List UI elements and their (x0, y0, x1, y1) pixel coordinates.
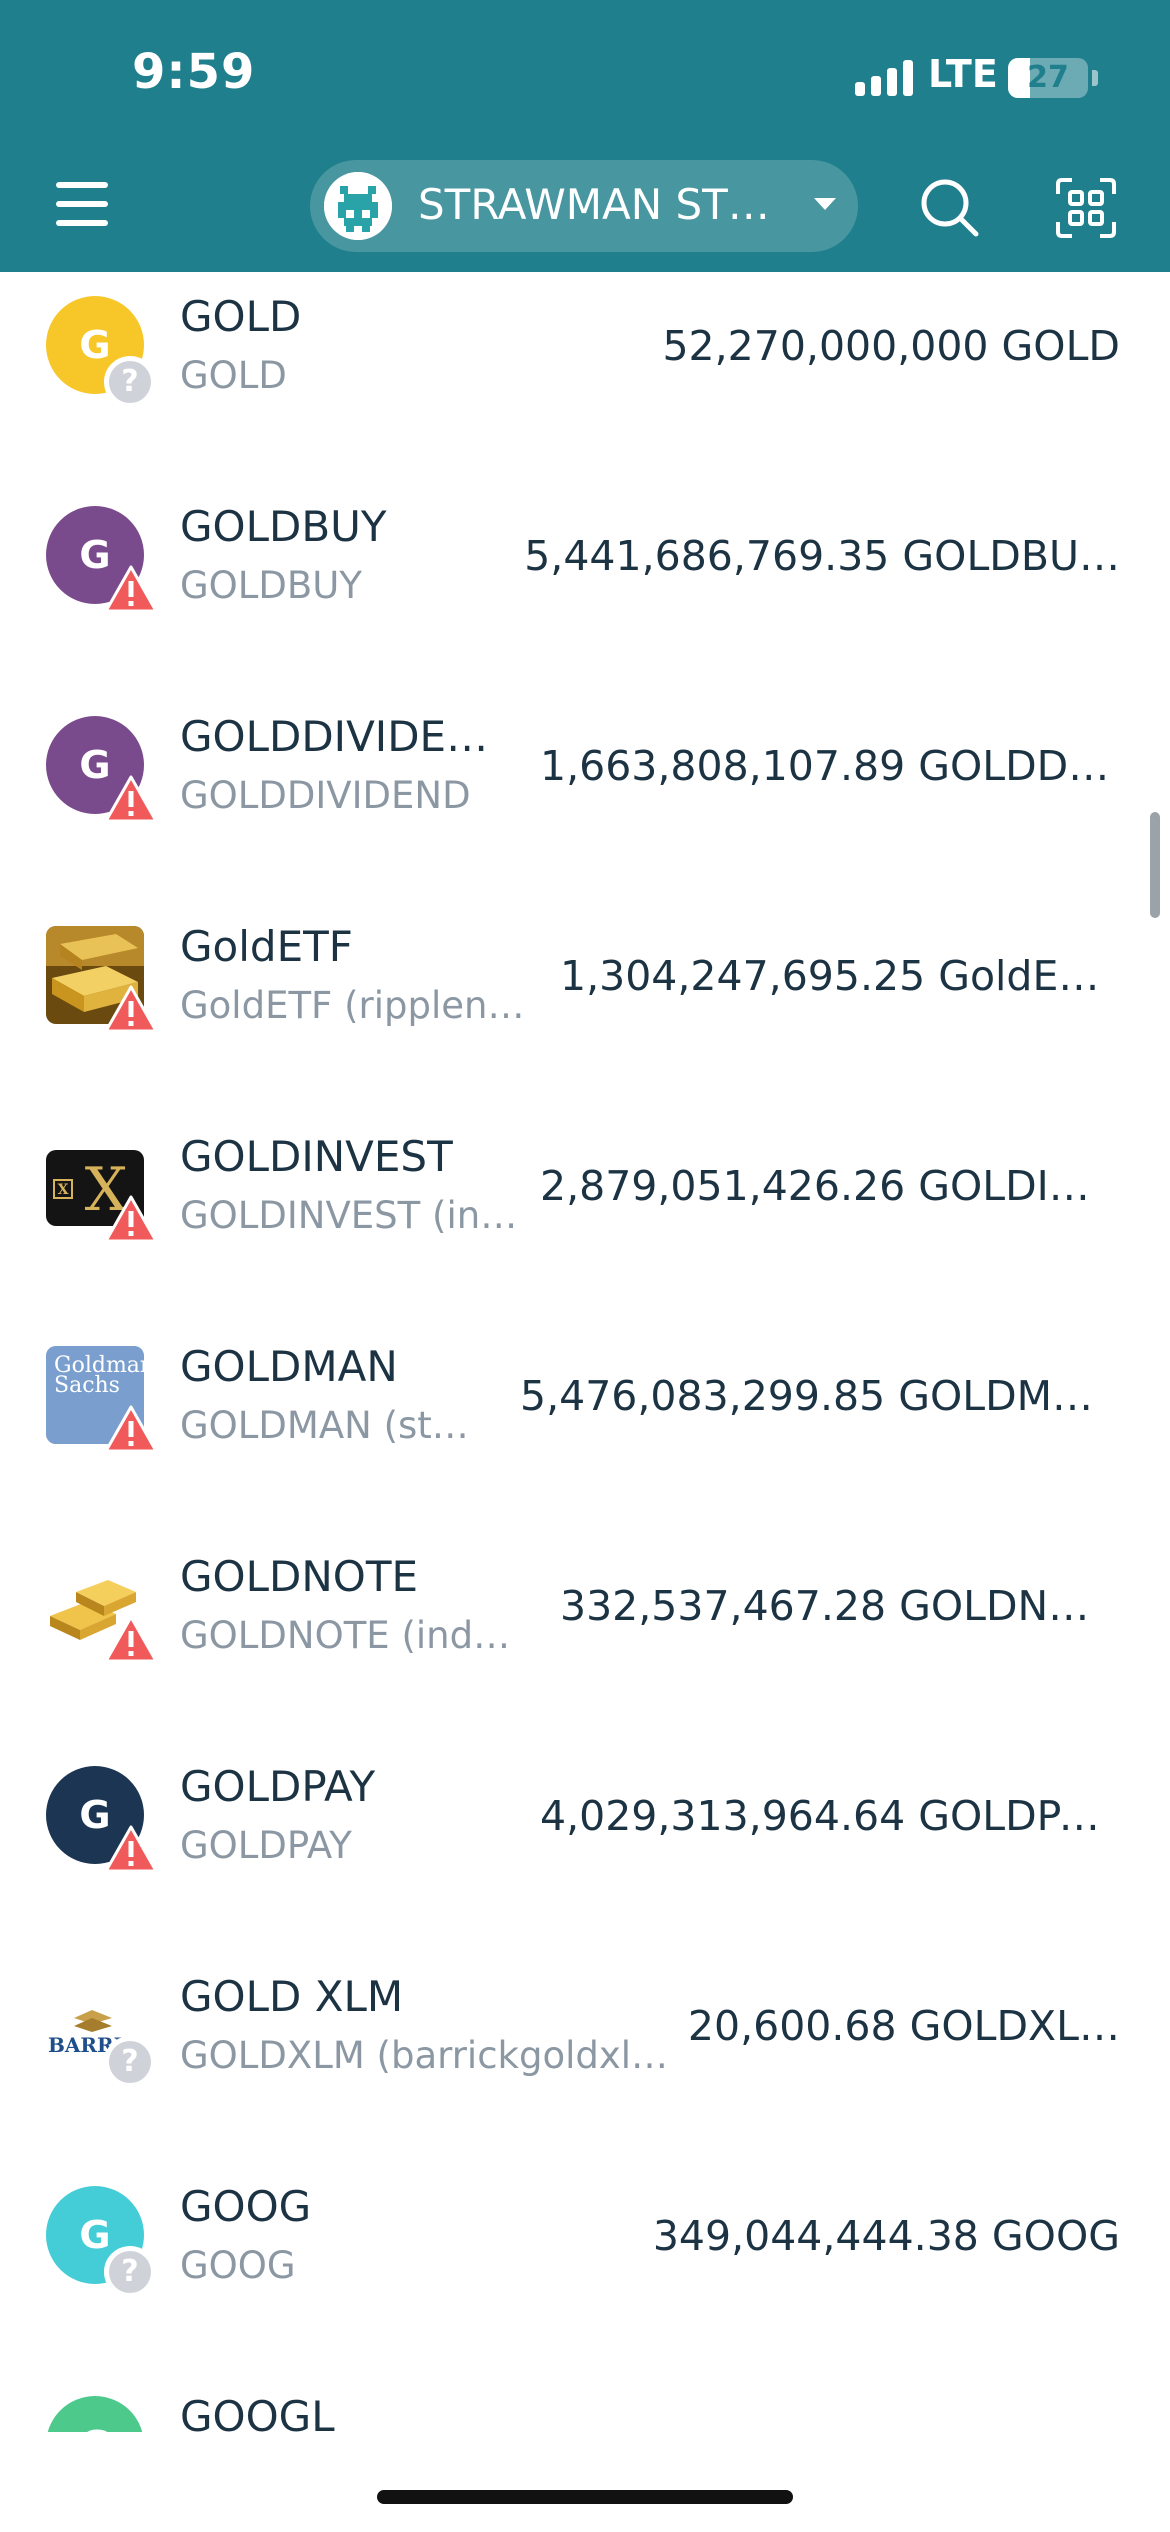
token-icon-wrap: X X (46, 1136, 158, 1248)
token-row-gold-xlm[interactable]: BARRI ? GOLD XLM GOLDXLM (barrickgoldxl…… (0, 1952, 1170, 2162)
token-balance: 349,044,444.38 GOOG (652, 2212, 1120, 2260)
token-icon-wrap: G ? (46, 2186, 158, 2298)
home-indicator[interactable] (377, 2490, 793, 2504)
token-icon-wrap: Goldman Sachs (46, 1346, 158, 1458)
account-selector[interactable]: STRAWMAN ST… (310, 160, 858, 252)
token-name: GoldETF (ripplene… (180, 984, 540, 1027)
token-code: GOLDDIVIDE… (180, 712, 489, 761)
account-name: STRAWMAN ST… (418, 180, 770, 229)
token-row-goldman[interactable]: Goldman Sachs GOLDMAN GOLDMAN (st… 5,476… (0, 1322, 1170, 1532)
token-row-golddividend[interactable]: G GOLDDIVIDE… GOLDDIVIDEND 1,663,808,107… (0, 692, 1170, 902)
token-balance: 2,879,051,426.26 GOLDIN… (540, 1162, 1120, 1210)
token-code: GOLDBUY (180, 502, 387, 551)
token-balance: 1,663,808,107.89 GOLDDI… (540, 742, 1120, 790)
token-row-gold[interactable]: G ? GOLD GOLD 52,270,000,000 GOLD (0, 272, 1170, 482)
scrollbar[interactable] (1150, 812, 1160, 918)
token-name: GOLD (180, 354, 287, 397)
battery-level: 27 (1027, 60, 1069, 95)
token-name: GOLDMAN (st… (180, 1404, 469, 1447)
token-balance: 332,537,467.28 GOLDNO… (560, 1582, 1120, 1630)
token-row-goldnote[interactable]: GOLDNOTE GOLDNOTE (ind… 332,537,467.28 G… (0, 1532, 1170, 1742)
token-name: GOLDNOTE (ind… (180, 1614, 511, 1657)
qr-scan-icon[interactable] (1054, 176, 1118, 240)
token-row-goog[interactable]: G ? GOOG GOOG 349,044,444.38 GOOG (0, 2162, 1170, 2372)
token-row-goldinvest[interactable]: X X GOLDINVEST GOLDINVEST (in… 2,879,051… (0, 1112, 1170, 1322)
token-name: GOOG (180, 2244, 296, 2287)
battery-tip (1092, 70, 1098, 86)
token-icon-wrap: BARRI ? (46, 1976, 158, 2088)
warning-badge-icon (104, 1195, 158, 1243)
pixel-avatar-icon (324, 172, 392, 240)
token-code: GOLDNOTE (180, 1552, 419, 1601)
caret-down-icon (814, 198, 836, 210)
warning-badge-icon (104, 1825, 158, 1873)
token-balance: 4,029,313,964.64 GOLDPA… (540, 1792, 1120, 1840)
token-balance: 1,304,247,695.25 GoldET… (560, 952, 1120, 1000)
token-code: GOOG (180, 2182, 312, 2231)
token-code: GOOGL (180, 2392, 335, 2432)
svg-text:X: X (58, 1182, 69, 1198)
screen: 9:59 LTE 27 STRAWMAN ST… G ? GOLD GOLD 5… (0, 0, 1170, 2532)
token-balance: 5,441,686,769.35 GOLDBU… (524, 532, 1120, 580)
token-icon-wrap: G (46, 506, 158, 618)
token-list: G ? GOLD GOLD 52,270,000,000 GOLD G GOLD… (0, 272, 1170, 2432)
search-icon[interactable] (918, 176, 982, 240)
question-badge-icon: ? (104, 2246, 156, 2298)
token-letter-icon: G (46, 2396, 144, 2432)
token-code: GOLDPAY (180, 1762, 376, 1811)
token-balance: 5,476,083,299.85 GOLDMA… (520, 1372, 1120, 1420)
token-row-goldpay[interactable]: G GOLDPAY GOLDPAY 4,029,313,964.64 GOLDP… (0, 1742, 1170, 1952)
token-row-googl[interactable]: G GOOGL (0, 2372, 1170, 2432)
token-code: GOLD (180, 292, 302, 341)
status-time: 9:59 (132, 44, 256, 100)
token-icon-wrap: G ? (46, 296, 158, 408)
token-name: GOLDBUY (180, 564, 362, 607)
token-icon-wrap (46, 926, 158, 1038)
token-icon-wrap: G (46, 716, 158, 828)
warning-badge-icon (104, 1405, 158, 1453)
warning-badge-icon (104, 775, 158, 823)
token-code: GOLDINVEST (180, 1132, 453, 1181)
hamburger-menu-icon[interactable] (52, 178, 112, 230)
token-code: GOLDMAN (180, 1342, 398, 1391)
question-badge-icon: ? (104, 356, 156, 408)
bottom-safe-area (0, 2432, 1170, 2532)
token-name: GOLDPAY (180, 1824, 352, 1867)
token-balance: 20,600.68 GOLDXL… (687, 2002, 1120, 2050)
svg-text:Sachs: Sachs (54, 1373, 120, 1398)
token-icon-wrap: G (46, 1766, 158, 1878)
cellular-signal-icon (855, 60, 915, 96)
token-code: GOLD XLM (180, 1972, 404, 2021)
network-type: LTE (928, 52, 998, 96)
battery-icon: 27 (1008, 58, 1088, 98)
top-bar: 9:59 LTE 27 STRAWMAN ST… (0, 0, 1170, 272)
question-badge-icon: ? (104, 2036, 156, 2088)
token-icon-wrap (46, 1556, 158, 1668)
token-code: GoldETF (180, 922, 353, 971)
token-icon-wrap: G (46, 2396, 158, 2432)
token-row-goldetf[interactable]: GoldETF GoldETF (ripplene… 1,304,247,695… (0, 902, 1170, 1112)
warning-badge-icon (104, 565, 158, 613)
token-name: GOLDINVEST (in… (180, 1194, 518, 1237)
token-name: GOLDXLM (barrickgoldxl… (180, 2034, 669, 2077)
token-balance: 52,270,000,000 GOLD (662, 322, 1120, 370)
token-name: GOLDDIVIDEND (180, 774, 471, 817)
token-row-goldbuy[interactable]: G GOLDBUY GOLDBUY 5,441,686,769.35 GOLDB… (0, 482, 1170, 692)
warning-badge-icon (104, 985, 158, 1033)
warning-badge-icon (104, 1615, 158, 1663)
